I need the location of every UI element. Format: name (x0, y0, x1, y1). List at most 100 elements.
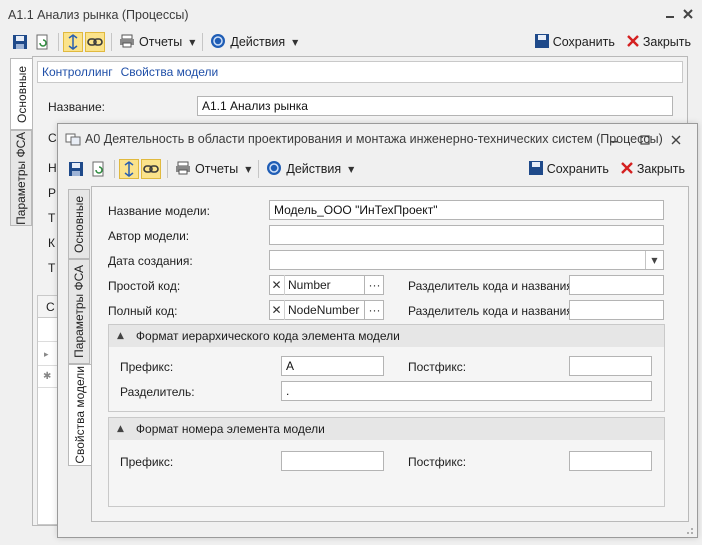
group-header[interactable]: ▲ Формат иерархического кода элемента мо… (109, 325, 664, 347)
front-tab-basic[interactable]: Основные (68, 189, 90, 259)
ellipsis-icon[interactable]: ··· (364, 275, 384, 295)
clear-x-icon[interactable]: ✕ (269, 300, 285, 320)
reports-menu[interactable]: Отчеты ▼ (116, 31, 198, 53)
group-title: Формат иерархического кода элемента моде… (135, 329, 400, 343)
printer-icon (119, 34, 135, 51)
separator-label-1: Разделитель кода и названия: (408, 279, 577, 293)
prefix-label: Префикс: (120, 360, 174, 374)
back-minimize-icon[interactable] (662, 6, 678, 22)
date-dropdown-button[interactable]: ▼ (645, 251, 663, 269)
chevron-down-icon: ▼ (245, 164, 252, 174)
front-maximize-icon[interactable] (637, 132, 653, 148)
model-name-field[interactable]: Модель_ООО "ИнТехПроект" (269, 200, 664, 220)
element-number-format-group: ▲ Формат номера элемента модели Префикс:… (108, 417, 665, 507)
close-x-icon (626, 34, 639, 50)
chevron-down-icon: ▼ (189, 37, 196, 47)
model-props-link[interactable]: Свойства модели (121, 65, 219, 79)
front-toolbar: Отчеты ▼ Действия ▼ Сохранить Закрыть (66, 156, 688, 182)
postfix-field[interactable] (569, 451, 652, 471)
postfix-label: Постфикс: (408, 455, 467, 469)
prefix-label: Префикс: (120, 455, 174, 469)
refresh-doc-icon[interactable] (88, 159, 108, 179)
hidden-label: Т (48, 261, 56, 275)
controlling-link[interactable]: Контроллинг (42, 65, 113, 79)
name-field[interactable]: A1.1 Анализ рынка (197, 96, 673, 116)
resize-grip-icon[interactable] (684, 524, 694, 534)
prefix-field[interactable]: A (281, 356, 384, 376)
front-minimize-icon[interactable] (606, 132, 622, 148)
link-chain-icon[interactable] (85, 32, 105, 52)
reports-label: Отчеты (139, 35, 183, 49)
toolbar-separator (111, 33, 112, 51)
front-window-title: A0 Деятельность в области проектирования… (85, 132, 663, 146)
hierarchy-icon[interactable] (119, 159, 139, 179)
tab-label: Свойства модели (73, 366, 87, 464)
close-button[interactable]: Закрыть (624, 31, 694, 53)
hierarchy-icon[interactable] (63, 32, 83, 52)
actions-globe-icon (266, 160, 282, 179)
model-name-label: Название модели: (108, 204, 210, 218)
front-close-icon[interactable] (668, 132, 684, 148)
close-button[interactable]: Закрыть (618, 158, 688, 180)
prefix-field[interactable] (281, 451, 384, 471)
printer-icon (175, 161, 191, 178)
front-titlebar: A0 Деятельность в области проектирования… (58, 124, 697, 154)
back-close-icon[interactable] (680, 6, 696, 22)
tab-label: Основные (14, 65, 29, 123)
separator-label: Разделитель: (120, 385, 195, 399)
group-title: Формат номера элемента модели (135, 422, 325, 436)
collapse-chevron-icon: ▲ (117, 331, 124, 341)
collapse-chevron-icon: ▲ (117, 424, 124, 434)
separator-field-1[interactable] (569, 275, 664, 295)
row-pointer-icon: ▸ (44, 349, 49, 359)
created-date-field[interactable] (269, 250, 664, 270)
back-tab-fsa[interactable]: Параметры ФСА (10, 130, 32, 226)
author-field[interactable] (269, 225, 664, 245)
reports-label: Отчеты (195, 162, 239, 176)
reports-menu[interactable]: Отчеты ▼ (172, 158, 254, 180)
front-window: A0 Деятельность в области проектирования… (57, 123, 698, 538)
postfix-field[interactable] (569, 356, 652, 376)
hidden-label: Н (48, 161, 57, 175)
hidden-label: Р (48, 186, 57, 200)
link-chain-icon[interactable] (141, 159, 161, 179)
save-disk-icon[interactable] (10, 32, 30, 52)
separator-field-2[interactable] (569, 300, 664, 320)
group-header[interactable]: ▲ Формат номера элемента модели (109, 418, 664, 440)
tab-label: Параметры ФСА (72, 265, 86, 358)
postfix-label: Постфикс: (408, 360, 467, 374)
actions-label: Действия (286, 162, 342, 176)
simple-code-label: Простой код: (108, 279, 181, 293)
ellipsis-icon[interactable]: ··· (364, 300, 384, 320)
actions-menu[interactable]: Действия ▼ (263, 158, 357, 180)
save-button[interactable]: Сохранить (526, 158, 612, 180)
save-disk-icon (528, 160, 543, 178)
toolbar-separator (258, 160, 260, 178)
grid-header-label: С (46, 300, 55, 314)
clear-x-icon[interactable]: ✕ (269, 275, 285, 295)
back-window-title: A1.1 Анализ рынка (Процессы) (8, 8, 189, 22)
toolbar-separator (114, 160, 115, 178)
new-row-icon: ✱ (43, 371, 52, 382)
author-label: Автор модели: (108, 229, 190, 243)
hidden-label: Т (48, 211, 56, 225)
name-label: Название: (48, 100, 105, 114)
save-button[interactable]: Сохранить (532, 31, 618, 53)
toolbar-separator (167, 160, 168, 178)
simple-code-value: Number (288, 278, 331, 292)
chevron-down-icon: ▼ (348, 164, 355, 174)
save-disk-icon[interactable] (66, 159, 86, 179)
front-tab-model-props[interactable]: Свойства модели (68, 364, 91, 466)
toolbar-separator (202, 33, 204, 51)
refresh-doc-icon[interactable] (32, 32, 52, 52)
close-label: Закрыть (636, 162, 685, 176)
close-x-icon (620, 161, 633, 177)
separator-field[interactable]: . (281, 381, 652, 401)
back-tab-basic[interactable]: Основные (10, 58, 32, 130)
save-label: Сохранить (552, 35, 615, 49)
actions-menu[interactable]: Действия ▼ (207, 31, 301, 53)
toolbar-separator (58, 33, 59, 51)
close-label: Закрыть (642, 35, 691, 49)
front-tab-fsa[interactable]: Параметры ФСА (68, 259, 90, 364)
chevron-down-icon: ▼ (292, 37, 299, 47)
